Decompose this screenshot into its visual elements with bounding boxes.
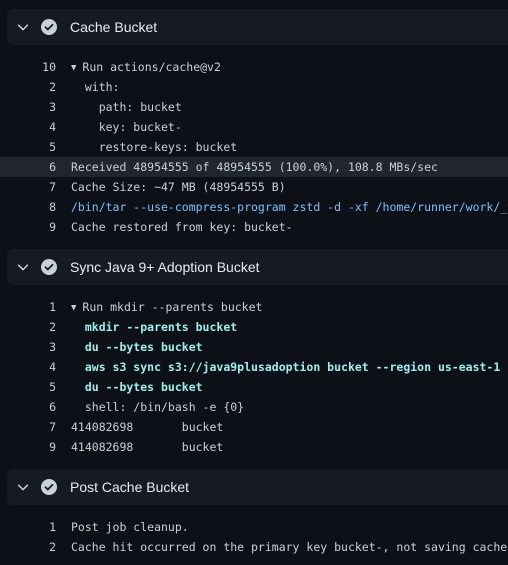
log-text: with: — [71, 80, 120, 94]
step-header-sync-java-bucket[interactable]: Sync Java 9+ Adoption Bucket — [7, 249, 508, 285]
line-number[interactable]: 4 — [16, 357, 56, 377]
line-number[interactable]: 6 — [16, 157, 56, 177]
line-number[interactable]: 3 — [16, 337, 56, 357]
line-number[interactable]: 7 — [16, 177, 56, 197]
step-header-post-cache-bucket[interactable]: Post Cache Bucket — [7, 469, 508, 505]
log-text: Cache hit occurred on the primary key bu… — [71, 540, 508, 554]
log-line: 3 du --bytes bucket — [0, 337, 508, 357]
log-line: 9 414082698 bucket — [0, 437, 508, 457]
line-number[interactable]: 1 — [16, 297, 56, 317]
log-text: Post job cleanup. — [71, 520, 189, 534]
log-line: 2 with: — [0, 77, 508, 97]
line-number[interactable]: 5 — [16, 137, 56, 157]
log-line: 4 aws s3 sync s3://java9plusadoption buc… — [0, 357, 508, 377]
log-line: 1 Post job cleanup. — [0, 517, 508, 537]
log-text: mkdir --parents bucket — [71, 320, 238, 334]
step-title: Cache Bucket — [70, 19, 158, 35]
step-title: Post Cache Bucket — [70, 479, 190, 495]
log-line-highlighted: 6 Received 48954555 of 48954555 (100.0%)… — [0, 157, 508, 177]
log-line: 8 /bin/tar --use-compress-program zstd -… — [0, 197, 508, 217]
line-number[interactable]: 6 — [16, 397, 56, 417]
log-text: du --bytes bucket — [71, 340, 203, 354]
step-title: Sync Java 9+ Adoption Bucket — [70, 259, 260, 275]
log-line: 9 Cache restored from key: bucket- — [0, 217, 508, 237]
log-line: 7 Cache Size: ~47 MB (48954555 B) — [0, 177, 508, 197]
line-number[interactable]: 7 — [16, 417, 56, 437]
line-number[interactable]: 4 — [16, 117, 56, 137]
line-number[interactable]: 3 — [16, 97, 56, 117]
log-line: 2 Cache hit occurred on the primary key … — [0, 537, 508, 557]
log-text: restore-keys: bucket — [71, 140, 238, 154]
log-text: du --bytes bucket — [71, 380, 203, 394]
log-line: 1 ▼ Run mkdir --parents bucket — [0, 297, 508, 317]
log-line: 6 shell: /bin/bash -e {0} — [0, 397, 508, 417]
log-text: aws s3 sync s3://java9plusadoption bucke… — [84, 360, 508, 374]
log-text: Received 48954555 of 48954555 (100.0%), … — [71, 160, 438, 174]
log-line: 5 du --bytes bucket — [0, 377, 508, 397]
line-number[interactable]: 2 — [16, 537, 56, 557]
line-number[interactable]: 5 — [16, 377, 56, 397]
log-line: 10 ▼ Run actions/cache@v2 — [0, 57, 508, 77]
check-circle-icon — [41, 19, 57, 35]
log-text: 414082698 bucket — [71, 420, 224, 434]
log-line: 2 mkdir --parents bucket — [0, 317, 508, 337]
log-text: Cache restored from key: bucket- — [71, 220, 293, 234]
log-text: path: bucket — [71, 100, 182, 114]
log-text: 414082698 bucket — [71, 440, 224, 454]
log-line: 4 key: bucket- — [0, 117, 508, 137]
log-text: /bin/tar --use-compress-program zstd -d … — [71, 200, 508, 214]
log-text: Run mkdir --parents bucket — [82, 300, 263, 314]
step-header-cache-bucket[interactable]: Cache Bucket — [7, 9, 508, 45]
line-number[interactable]: 2 — [16, 77, 56, 97]
line-number[interactable]: 1 — [16, 517, 56, 537]
log-line: 3 path: bucket — [0, 97, 508, 117]
line-number[interactable]: 2 — [16, 317, 56, 337]
triangle-down-icon[interactable]: ▼ — [71, 298, 76, 317]
log-text: Cache Size: ~47 MB (48954555 B) — [71, 180, 286, 194]
line-number[interactable]: 8 — [16, 197, 56, 217]
line-number[interactable]: 9 — [16, 437, 56, 457]
log-line: 5 restore-keys: bucket — [0, 137, 508, 157]
log-text: key: bucket- — [71, 120, 182, 134]
chevron-down-icon[interactable] — [16, 480, 30, 494]
line-number[interactable]: 10 — [16, 57, 56, 77]
triangle-down-icon[interactable]: ▼ — [71, 58, 76, 77]
check-circle-icon — [41, 259, 57, 275]
line-number[interactable]: 9 — [16, 217, 56, 237]
chevron-down-icon[interactable] — [16, 260, 30, 274]
check-circle-icon — [41, 479, 57, 495]
log-text: Run actions/cache@v2 — [82, 60, 221, 74]
log-line: 7 414082698 bucket — [0, 417, 508, 437]
chevron-down-icon[interactable] — [16, 20, 30, 34]
log-text: shell: /bin/bash -e {0} — [71, 400, 245, 414]
